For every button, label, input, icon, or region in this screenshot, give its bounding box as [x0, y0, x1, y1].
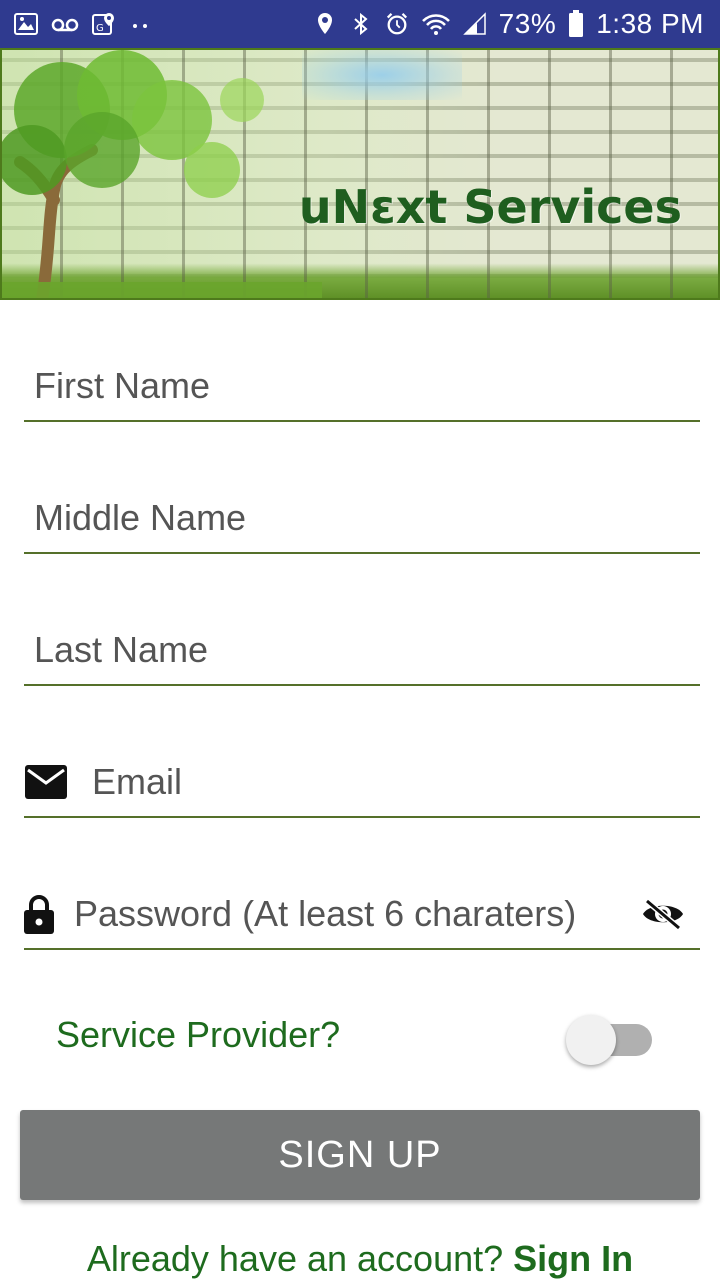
last-name-field	[24, 616, 700, 686]
password-input[interactable]	[54, 884, 640, 944]
email-input[interactable]	[68, 752, 700, 812]
service-provider-switch[interactable]	[566, 1007, 656, 1065]
first-name-field	[24, 352, 700, 422]
sky-patch	[302, 50, 462, 100]
alarm-icon	[385, 12, 409, 36]
tree-illustration	[2, 50, 322, 298]
bluetooth-icon	[349, 12, 373, 36]
status-bar-right: 73% 1:38 PM	[313, 8, 704, 40]
header-banner: uNεxt Services	[0, 48, 720, 300]
more-dots-icon	[128, 12, 152, 36]
svg-text:G: G	[96, 23, 104, 34]
image-icon	[14, 12, 38, 36]
lock-icon	[24, 892, 54, 936]
service-provider-row: Service Provider?	[56, 1000, 656, 1070]
location-icon	[313, 12, 337, 36]
service-provider-label: Service Provider?	[56, 1014, 341, 1055]
maps-icon: G	[92, 12, 116, 36]
app-title: uNεxt Services	[298, 180, 682, 234]
email-field	[24, 748, 700, 818]
middle-name-input[interactable]	[24, 488, 700, 548]
battery-percent: 73%	[498, 8, 557, 39]
first-name-input[interactable]	[24, 356, 700, 416]
middle-name-field	[24, 484, 700, 554]
last-name-input[interactable]	[24, 620, 700, 680]
password-field	[24, 880, 700, 950]
sign-up-button[interactable]: SIGN UP	[20, 1110, 700, 1200]
eye-off-icon[interactable]	[640, 891, 686, 937]
sign-in-link[interactable]: Sign In	[513, 1238, 633, 1279]
battery-icon	[568, 10, 584, 37]
signal-icon	[462, 12, 487, 36]
already-have-account-text: Already have an account?	[86, 1238, 514, 1279]
wifi-icon	[421, 12, 451, 36]
mail-icon	[24, 760, 68, 804]
status-bar-left: G	[14, 12, 152, 36]
sign-in-prompt: Already have an account? Sign In	[0, 1238, 720, 1280]
switch-thumb	[566, 1015, 616, 1065]
status-bar: G 73% 1:38 PM	[0, 0, 720, 48]
voicemail-icon	[50, 12, 80, 36]
clock: 1:38 PM	[596, 8, 704, 39]
